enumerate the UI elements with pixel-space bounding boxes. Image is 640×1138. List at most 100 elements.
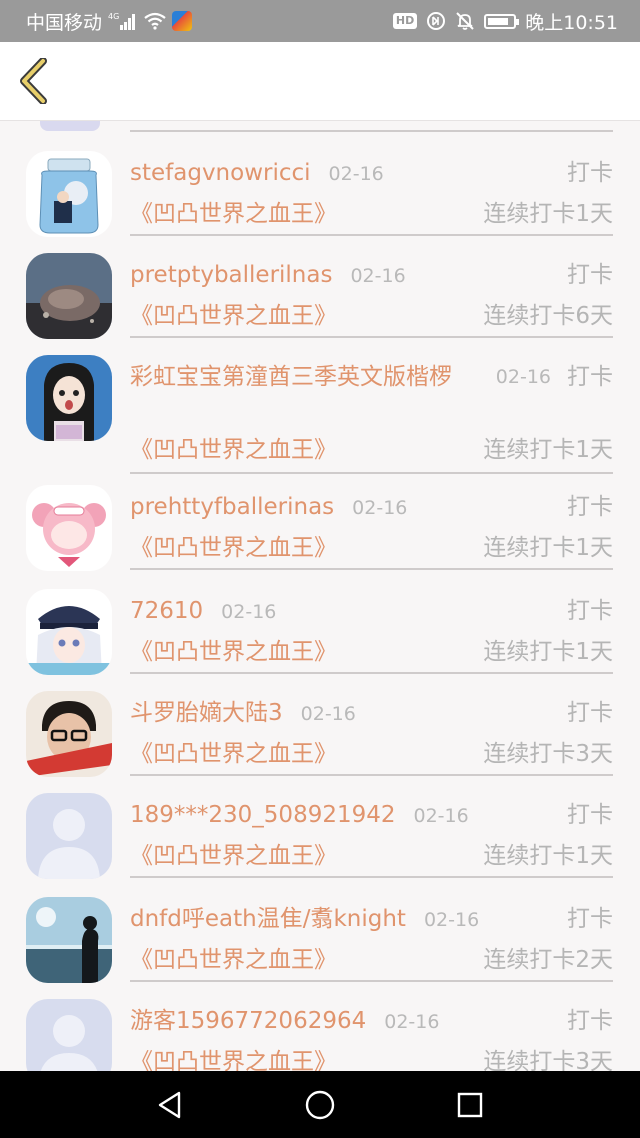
- entry-content: 189***230_508921942 02-16 打卡《凹凸世界之血王》 连续打卡1…: [130, 799, 613, 873]
- streak-label: 连续打卡3天: [483, 1049, 613, 1071]
- book-title-link[interactable]: 《凹凸世界之血王》: [130, 943, 337, 977]
- book-title-link[interactable]: 《凹凸世界之血王》: [130, 839, 337, 873]
- home-circle-icon[interactable]: [295, 1080, 345, 1130]
- username[interactable]: 游客1596772062964: [130, 1005, 366, 1037]
- avatar[interactable]: [26, 355, 112, 441]
- book-title-link[interactable]: 《凹凸世界之血王》: [130, 737, 337, 771]
- list-item[interactable]: dnfd呼eath温隹/翥knight 02-16 打卡《凹凸世界之血王》 连续打卡2…: [0, 895, 640, 983]
- checkin-date: 02-16: [328, 163, 384, 185]
- back-button[interactable]: [12, 56, 56, 106]
- checkin-action-label: 打卡: [567, 906, 613, 932]
- book-title-link[interactable]: 《凹凸世界之血王》: [130, 433, 337, 467]
- streak-label: 连续打卡3天: [483, 741, 613, 767]
- checkin-date: 02-16: [221, 601, 277, 623]
- book-title-link[interactable]: 《凹凸世界之血王》: [130, 635, 337, 669]
- checkin-action-label: 打卡: [567, 160, 613, 186]
- username[interactable]: 彩虹宝宝第潼酋三季英文版楷椤: [130, 361, 470, 393]
- avatar[interactable]: [26, 253, 112, 339]
- streak-label: 连续打卡1天: [483, 639, 613, 665]
- checkin-date: 02-16: [350, 265, 406, 287]
- row-divider: [130, 130, 613, 132]
- checkin-action-label: 打卡: [567, 598, 613, 624]
- avatar[interactable]: [26, 151, 112, 237]
- battery-icon: [484, 13, 520, 29]
- hd-icon: HD: [392, 13, 418, 29]
- checkin-action-label: 打卡: [567, 1008, 613, 1034]
- entry-content: 72610 02-16 打卡《凹凸世界之血王》 连续打卡1天: [130, 595, 613, 669]
- username[interactable]: stefagvnowricci: [130, 157, 311, 189]
- checkin-list[interactable]: stefagvnowricci 02-16 打卡 《凹凸世界之血王》 连续打卡1天 pre…: [0, 121, 640, 1071]
- avatar[interactable]: [26, 485, 112, 571]
- row-divider: [130, 774, 613, 776]
- checkin-action-label: 打卡: [567, 802, 613, 828]
- carrier-label: 中国移动: [26, 11, 103, 34]
- avatar[interactable]: [26, 691, 112, 777]
- book-title-link[interactable]: 《凹凸世界之血王》: [130, 197, 337, 231]
- entry-content: 彩虹宝宝第潼酋三季英文版楷椤 02-16 打卡《凹凸世界之血王》 连续打卡1天: [130, 361, 613, 467]
- checkin-date: 02-16: [413, 805, 469, 827]
- entry-content: prehttyfballerinas 02-16 打卡《凹凸世界之血王》 连续打卡1天: [130, 491, 613, 565]
- list-item[interactable]: 72610 02-16 打卡《凹凸世界之血王》 连续打卡1天: [0, 587, 640, 675]
- recents-square-icon[interactable]: [445, 1080, 495, 1130]
- streak-label: 连续打卡2天: [483, 947, 613, 973]
- username[interactable]: 72610: [130, 595, 203, 627]
- list-item[interactable]: 189***230_508921942 02-16 打卡《凹凸世界之血王》 连续打卡1…: [0, 791, 640, 879]
- row-divider: [130, 568, 613, 570]
- entry-content: 斗罗胎嫡大陆3 02-16 打卡《凹凸世界之血王》 连续打卡3天: [130, 697, 613, 771]
- streak-label: 连续打卡1天: [483, 201, 613, 227]
- list-item[interactable]: 斗罗胎嫡大陆3 02-16 打卡《凹凸世界之血王》 连续打卡3天: [0, 689, 640, 777]
- checkin-action-label: 打卡: [567, 364, 613, 390]
- entry-content: pretptyballerilnas 02-16 打卡《凹凸世界之血王》 连续打卡6天: [130, 259, 613, 333]
- avatar[interactable]: [26, 793, 112, 879]
- avatar[interactable]: [26, 897, 112, 983]
- signal-icon: 4G: [108, 11, 138, 31]
- checkin-action-label: 打卡: [567, 700, 613, 726]
- status-left: 中国移动 4G: [0, 8, 193, 35]
- row-divider: [130, 980, 613, 982]
- list-item[interactable]: 彩虹宝宝第潼酋三季英文版楷椤 02-16 打卡《凹凸世界之血王》 连续打卡1天: [0, 353, 640, 468]
- checkin-date: 02-16: [352, 497, 408, 519]
- streak-label: 连续打卡1天: [483, 843, 613, 869]
- entry-content: dnfd呼eath温隹/翥knight 02-16 打卡《凹凸世界之血王》 连续打卡2…: [130, 903, 613, 977]
- list-item[interactable]: 游客1596772062964 02-16 打卡《凹凸世界之血王》 连续打卡3天: [0, 997, 640, 1071]
- status-bar: 中国移动 4G HD 晚上10:51: [0, 0, 640, 42]
- system-navigation-bar: [0, 1071, 640, 1138]
- book-title-link[interactable]: 《凹凸世界之血王》: [130, 1045, 337, 1071]
- username[interactable]: pretptyballerilnas: [130, 259, 332, 291]
- header-bar: [0, 42, 640, 121]
- streak-label: 连续打卡6天: [483, 303, 613, 329]
- back-triangle-icon[interactable]: [145, 1080, 195, 1130]
- checkin-date: 02-16: [423, 909, 480, 931]
- partial-avatar: [40, 121, 100, 131]
- svg-text:4G: 4G: [108, 12, 119, 21]
- checkin-date: 02-16: [300, 703, 356, 725]
- row-divider: [130, 876, 613, 878]
- row-divider: [130, 336, 613, 338]
- book-title-link[interactable]: 《凹凸世界之血王》: [130, 531, 337, 565]
- checkin-date: 02-16: [384, 1011, 440, 1033]
- data-saver-icon: [426, 11, 446, 31]
- book-title-link[interactable]: 《凹凸世界之血王》: [130, 299, 337, 333]
- avatar[interactable]: [26, 589, 112, 675]
- username[interactable]: dnfd呼eath温隹/翥knight: [130, 903, 406, 935]
- list-item[interactable]: pretptyballerilnas 02-16 打卡《凹凸世界之血王》 连续打卡6天: [0, 251, 640, 339]
- streak-label: 连续打卡1天: [483, 535, 613, 561]
- checkin-action-label: 打卡: [567, 494, 613, 520]
- bell-off-icon: [455, 11, 475, 31]
- username[interactable]: prehttyfballerinas: [130, 491, 334, 523]
- chevron-left-icon: [20, 58, 47, 104]
- list-item[interactable]: stefagvnowricci 02-16 打卡《凹凸世界之血王》 连续打卡1天: [0, 149, 640, 237]
- app-icon: [172, 11, 193, 31]
- row-divider: [130, 234, 613, 236]
- clock-label: 晚上10:51: [525, 11, 618, 34]
- checkin-date: 02-16: [495, 366, 551, 388]
- checkin-action-label: 打卡: [567, 262, 613, 288]
- avatar[interactable]: [26, 999, 112, 1071]
- username[interactable]: 斗罗胎嫡大陆3: [130, 697, 283, 729]
- entry-content: 游客1596772062964 02-16 打卡《凹凸世界之血王》 连续打卡3天: [130, 1005, 613, 1071]
- list-item[interactable]: prehttyfballerinas 02-16 打卡《凹凸世界之血王》 连续打卡1天: [0, 483, 640, 571]
- row-divider: [130, 472, 613, 474]
- streak-label: 连续打卡1天: [483, 437, 613, 463]
- wifi-icon: [144, 12, 166, 30]
- username[interactable]: 189***230_508921942: [130, 799, 396, 831]
